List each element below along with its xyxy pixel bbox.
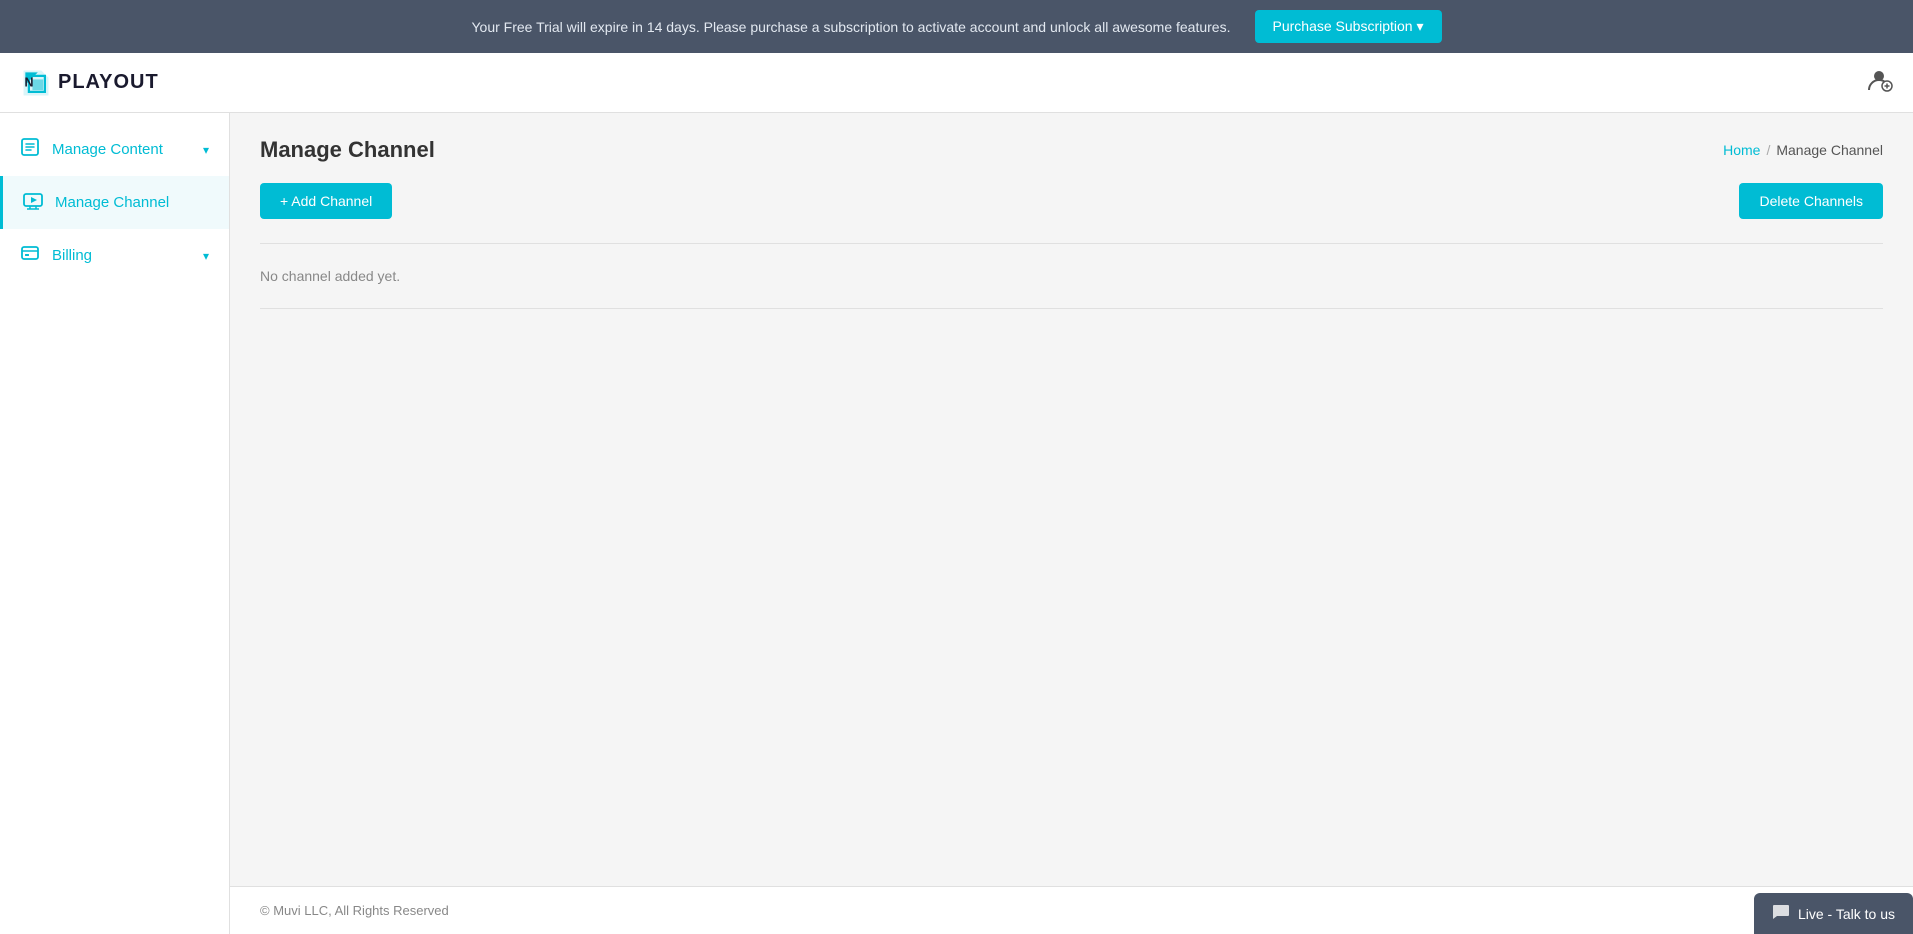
banner-message: Your Free Trial will expire in 14 days. … [471,19,1230,35]
content-inner: Manage Channel Home / Manage Channel + A… [230,113,1913,886]
logo-text: PLAYOUT [58,71,159,94]
copyright-text: © Muvi LLC, All Rights Reserved [260,903,449,918]
sidebar-item-manage-content[interactable]: Manage Content ▾ [0,123,229,176]
sidebar-item-billing[interactable]: Billing ▾ [0,229,229,282]
breadcrumb-home-link[interactable]: Home [1723,142,1760,158]
manage-channel-icon [23,190,43,215]
footer: © Muvi LLC, All Rights Reserved [230,886,1913,934]
sidebar-item-manage-channel[interactable]: Manage Channel [0,176,229,229]
sidebar-item-manage-content-label: Manage Content [52,141,163,158]
user-account-icon[interactable] [1865,66,1893,100]
live-chat-label: Live - Talk to us [1798,906,1895,922]
playout-logo-icon: N [20,67,52,99]
live-chat-icon [1772,903,1790,924]
breadcrumb-row: Manage Channel Home / Manage Channel [260,137,1883,163]
sidebar-item-billing-label: Billing [52,247,92,264]
breadcrumb: Home / Manage Channel [1723,142,1883,158]
content-area: Manage Channel Home / Manage Channel + A… [230,113,1913,934]
logo[interactable]: N PLAYOUT [20,67,159,99]
purchase-subscription-button[interactable]: Purchase Subscription ▾ [1255,10,1442,43]
navbar: N PLAYOUT [0,53,1913,113]
delete-channels-button[interactable]: Delete Channels [1739,183,1883,219]
billing-chevron-icon: ▾ [203,249,209,263]
svg-text:N: N [24,75,33,89]
empty-state: No channel added yet. [260,243,1883,309]
manage-content-chevron-icon: ▾ [203,143,209,157]
breadcrumb-separator: / [1766,142,1770,158]
page-title: Manage Channel [260,137,435,163]
action-bar: + Add Channel Delete Channels [260,183,1883,219]
sidebar-item-manage-channel-label: Manage Channel [55,194,169,211]
live-chat-button[interactable]: Live - Talk to us [1754,893,1913,934]
main-layout: Manage Content ▾ Manage Channel [0,113,1913,934]
sidebar: Manage Content ▾ Manage Channel [0,113,230,934]
add-channel-button[interactable]: + Add Channel [260,183,392,219]
trial-banner: Your Free Trial will expire in 14 days. … [0,0,1913,53]
empty-message: No channel added yet. [260,268,400,284]
breadcrumb-current: Manage Channel [1776,142,1883,158]
manage-content-icon [20,137,40,162]
billing-icon [20,243,40,268]
